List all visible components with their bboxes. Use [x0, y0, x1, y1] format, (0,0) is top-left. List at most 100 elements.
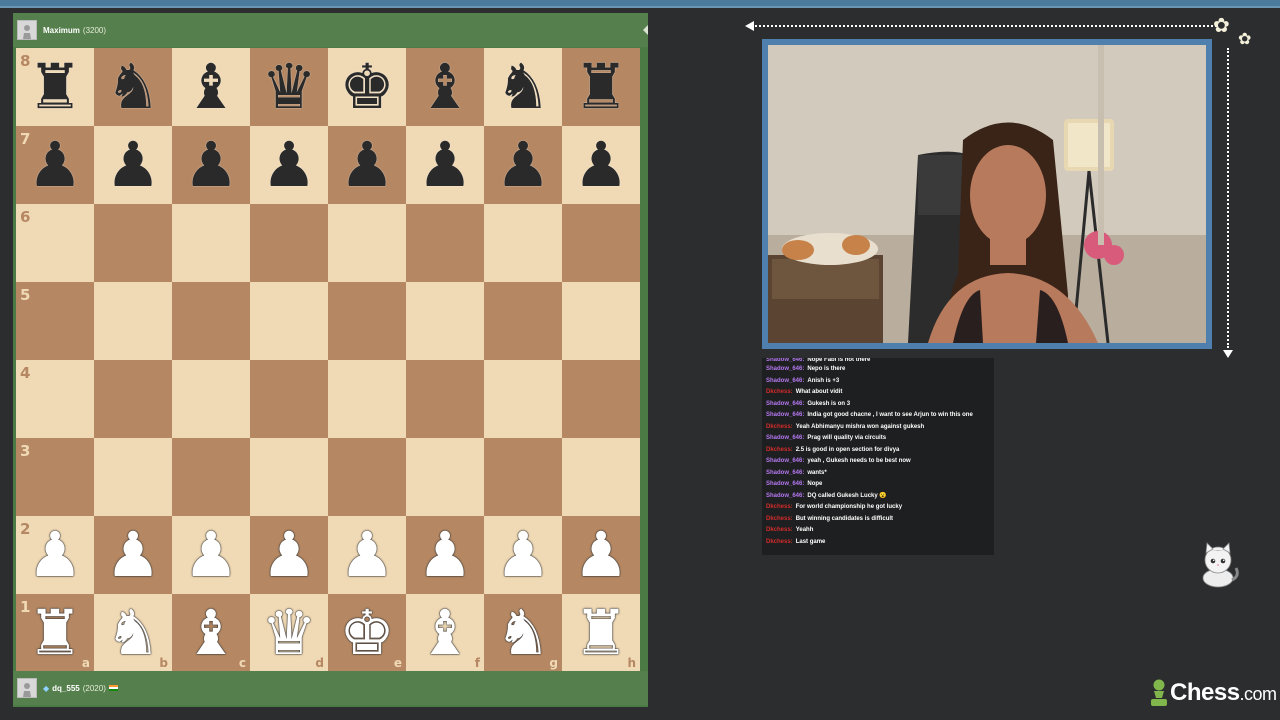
square-e4[interactable]: [328, 360, 406, 438]
square-b4[interactable]: [94, 360, 172, 438]
white-knight-icon[interactable]: ♞: [495, 602, 551, 664]
white-pawn-icon[interactable]: ♟: [27, 524, 83, 586]
chat-username[interactable]: Shadow_646:: [766, 435, 804, 441]
white-pawn-icon[interactable]: ♟: [339, 524, 395, 586]
white-rook-icon[interactable]: ♜: [27, 602, 83, 664]
square-f4[interactable]: [406, 360, 484, 438]
square-e6[interactable]: [328, 204, 406, 282]
square-e3[interactable]: [328, 438, 406, 516]
square-g7[interactable]: ♟: [484, 126, 562, 204]
white-king-icon[interactable]: ♚: [339, 602, 395, 664]
chat-username[interactable]: Dkchess:: [766, 516, 793, 522]
white-pawn-icon[interactable]: ♟: [573, 524, 629, 586]
square-c4[interactable]: [172, 360, 250, 438]
square-h1[interactable]: h ♜: [562, 594, 640, 672]
chat-username[interactable]: Shadow_646:: [766, 481, 804, 487]
black-pawn-icon[interactable]: ♟: [417, 134, 473, 196]
square-g1[interactable]: g ♞: [484, 594, 562, 672]
square-a4[interactable]: 4: [16, 360, 94, 438]
chat-username[interactable]: Dkchess:: [766, 389, 793, 395]
white-rook-icon[interactable]: ♜: [573, 602, 629, 664]
white-pawn-icon[interactable]: ♟: [183, 524, 239, 586]
square-h5[interactable]: [562, 282, 640, 360]
square-a5[interactable]: 5: [16, 282, 94, 360]
black-pawn-icon[interactable]: ♟: [27, 134, 83, 196]
white-knight-icon[interactable]: ♞: [105, 602, 161, 664]
square-c7[interactable]: ♟: [172, 126, 250, 204]
square-b7[interactable]: ♟: [94, 126, 172, 204]
square-f8[interactable]: ♝: [406, 48, 484, 126]
square-e5[interactable]: [328, 282, 406, 360]
black-pawn-icon[interactable]: ♟: [183, 134, 239, 196]
white-bishop-icon[interactable]: ♝: [417, 602, 473, 664]
square-b8[interactable]: ♞: [94, 48, 172, 126]
white-pawn-icon[interactable]: ♟: [261, 524, 317, 586]
square-e7[interactable]: ♟: [328, 126, 406, 204]
square-d7[interactable]: ♟: [250, 126, 328, 204]
black-pawn-icon[interactable]: ♟: [261, 134, 317, 196]
chat-username[interactable]: Shadow_646:: [766, 458, 804, 464]
bottom-player-name[interactable]: dq_555: [52, 684, 80, 693]
square-h6[interactable]: [562, 204, 640, 282]
square-c8[interactable]: ♝: [172, 48, 250, 126]
black-knight-icon[interactable]: ♞: [495, 56, 551, 118]
square-g2[interactable]: ♟: [484, 516, 562, 594]
chat-username[interactable]: Shadow_646:: [766, 470, 804, 476]
square-e8[interactable]: ♚: [328, 48, 406, 126]
black-rook-icon[interactable]: ♜: [573, 56, 629, 118]
black-king-icon[interactable]: ♚: [339, 56, 395, 118]
chat-username[interactable]: Dkchess:: [766, 527, 793, 533]
black-knight-icon[interactable]: ♞: [105, 56, 161, 118]
black-rook-icon[interactable]: ♜: [27, 56, 83, 118]
top-player-avatar[interactable]: [17, 20, 37, 40]
square-g8[interactable]: ♞: [484, 48, 562, 126]
square-c1[interactable]: c ♝: [172, 594, 250, 672]
black-queen-icon[interactable]: ♛: [261, 56, 317, 118]
top-player-name[interactable]: Maximum: [43, 26, 80, 35]
square-h8[interactable]: ♜: [562, 48, 640, 126]
chat-username[interactable]: Dkchess:: [766, 424, 793, 430]
white-queen-icon[interactable]: ♛: [261, 602, 317, 664]
white-bishop-icon[interactable]: ♝: [183, 602, 239, 664]
chat-username[interactable]: Shadow_646:: [766, 493, 804, 499]
chess-board[interactable]: 8 ♜ ♞ ♝ ♛ ♚ ♝ ♞ ♜ 7 ♟ ♟ ♟ ♟ ♟ ♟ ♟ ♟ 6 5 4 3 2 ♟ ♟ ♟ ♟ ♟ ♟ ♟ ♟ 1 a ♜ b ♞ c ♝ d ♛…: [16, 48, 640, 672]
chat-username[interactable]: Shadow_646:: [766, 412, 804, 418]
square-c6[interactable]: [172, 204, 250, 282]
square-c5[interactable]: [172, 282, 250, 360]
square-b5[interactable]: [94, 282, 172, 360]
square-d3[interactable]: [250, 438, 328, 516]
square-b6[interactable]: [94, 204, 172, 282]
square-a8[interactable]: 8 ♜: [16, 48, 94, 126]
panel-collapse-handle[interactable]: [643, 25, 648, 35]
bottom-player-avatar[interactable]: [17, 678, 37, 698]
white-pawn-icon[interactable]: ♟: [105, 524, 161, 586]
square-b1[interactable]: b ♞: [94, 594, 172, 672]
square-e1[interactable]: e ♚: [328, 594, 406, 672]
square-h2[interactable]: ♟: [562, 516, 640, 594]
square-a7[interactable]: 7 ♟: [16, 126, 94, 204]
square-b2[interactable]: ♟: [94, 516, 172, 594]
square-g4[interactable]: [484, 360, 562, 438]
square-d5[interactable]: [250, 282, 328, 360]
square-d1[interactable]: d ♛: [250, 594, 328, 672]
square-b3[interactable]: [94, 438, 172, 516]
chat-username[interactable]: Dkchess:: [766, 539, 793, 545]
square-f5[interactable]: [406, 282, 484, 360]
black-pawn-icon[interactable]: ♟: [573, 134, 629, 196]
square-a3[interactable]: 3: [16, 438, 94, 516]
black-pawn-icon[interactable]: ♟: [495, 134, 551, 196]
white-pawn-icon[interactable]: ♟: [495, 524, 551, 586]
square-a6[interactable]: 6: [16, 204, 94, 282]
square-g6[interactable]: [484, 204, 562, 282]
square-d4[interactable]: [250, 360, 328, 438]
black-bishop-icon[interactable]: ♝: [417, 56, 473, 118]
square-f7[interactable]: ♟: [406, 126, 484, 204]
square-a2[interactable]: 2 ♟: [16, 516, 94, 594]
square-c2[interactable]: ♟: [172, 516, 250, 594]
square-f1[interactable]: f ♝: [406, 594, 484, 672]
chat-username[interactable]: Dkchess:: [766, 447, 793, 453]
black-pawn-icon[interactable]: ♟: [105, 134, 161, 196]
square-f2[interactable]: ♟: [406, 516, 484, 594]
chat-username[interactable]: Dkchess:: [766, 504, 793, 510]
chat-username[interactable]: Shadow_646:: [766, 366, 804, 372]
